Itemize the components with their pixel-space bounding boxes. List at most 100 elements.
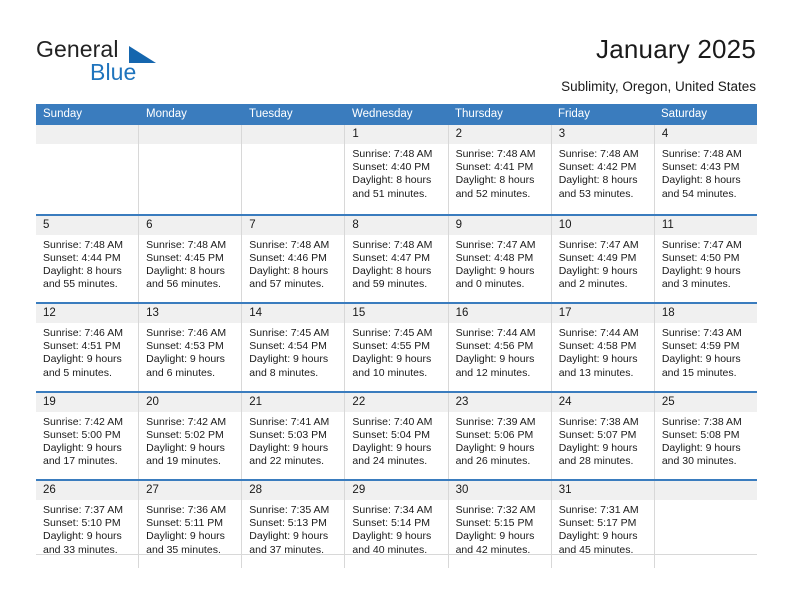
day-number: 3 [551, 125, 654, 144]
day-daylight-line1-text: Daylight: 9 hours [352, 530, 432, 543]
day-details: Sunrise: 7:48 AM Sunset: 4:40 PM Daylight:… [345, 144, 447, 201]
day-details: Sunrise: 7:44 AM Sunset: 4:56 PM Daylight:… [449, 323, 551, 380]
day-sunset-text: Sunset: 5:15 PM [455, 517, 534, 530]
day-number: 4 [654, 125, 757, 144]
page-subtitle: Sublimity, Oregon, United States [561, 79, 756, 94]
calendar-day-cell[interactable]: 14 Sunrise: 7:45 AM Sunset: 4:54 PM Dayligh… [241, 304, 345, 391]
calendar-day-cell[interactable]: 22 Sunrise: 7:40 AM Sunset: 5:04 PM Dayligh… [344, 392, 448, 479]
calendar-day-cell[interactable]: 16 Sunrise: 7:44 AM Sunset: 4:56 PM Dayligh… [447, 304, 551, 391]
day-sunrise-text: Sunrise: 7:48 AM [352, 148, 433, 160]
day-sunrise-text: Sunrise: 7:45 AM [249, 327, 330, 339]
calendar-day-cell[interactable]: 15 Sunrise: 7:45 AM Sunset: 4:55 PM Dayligh… [344, 304, 448, 391]
day-details [655, 500, 757, 504]
day-details: Sunrise: 7:48 AM Sunset: 4:46 PM Daylight:… [242, 235, 344, 292]
calendar-day-cell[interactable]: 20 Sunrise: 7:42 AM Sunset: 5:02 PM Dayligh… [138, 392, 242, 479]
day-daylight-line2-text: and 22 minutes. [249, 455, 324, 468]
calendar-day-cell[interactable]: 2 Sunrise: 7:48 AM Sunset: 4:41 PM Daylight… [447, 125, 551, 214]
day-daylight-line1-text: Daylight: 9 hours [43, 530, 122, 543]
day-daylight-line2-text: and 19 minutes. [146, 455, 221, 468]
calendar-bottom-rule [36, 554, 757, 555]
day-sunrise-text: Sunrise: 7:48 AM [558, 148, 639, 160]
calendar-day-cell[interactable]: 24 Sunrise: 7:38 AM Sunset: 5:07 PM Dayligh… [550, 392, 654, 479]
day-daylight-line1-text: Daylight: 9 hours [146, 353, 225, 366]
calendar-day-cell[interactable]: 4 Sunrise: 7:48 AM Sunset: 4:43 PM Daylight… [653, 125, 757, 214]
day-daylight-line2-text: and 26 minutes. [455, 455, 531, 468]
page-title: January 2025 [596, 34, 756, 64]
calendar-day-cell[interactable]: 1 Sunrise: 7:48 AM Sunset: 4:40 PM Daylight… [344, 125, 448, 214]
day-details: Sunrise: 7:43 AM Sunset: 4:59 PM Daylight:… [655, 323, 757, 380]
calendar-day-cell[interactable]: 21 Sunrise: 7:41 AM Sunset: 5:03 PM Dayligh… [241, 392, 345, 479]
day-sunrise-text: Sunrise: 7:37 AM [43, 504, 123, 516]
calendar-day-cell-empty [36, 125, 139, 214]
day-number: 22 [345, 392, 448, 412]
day-number: 27 [139, 481, 242, 500]
day-sunset-text: Sunset: 5:07 PM [558, 428, 637, 441]
calendar-day-cell[interactable]: 23 Sunrise: 7:39 AM Sunset: 5:06 PM Dayligh… [447, 392, 551, 479]
calendar-day-cell[interactable]: 11 Sunrise: 7:47 AM Sunset: 4:50 PM Dayligh… [653, 215, 757, 302]
calendar-day-cell[interactable]: 3 Sunrise: 7:48 AM Sunset: 4:42 PM Daylight… [550, 125, 654, 214]
calendar-day-cell[interactable]: 7 Sunrise: 7:48 AM Sunset: 4:46 PM Daylight… [241, 215, 345, 302]
calendar-day-cell[interactable]: 25 Sunrise: 7:38 AM Sunset: 5:08 PM Dayligh… [653, 392, 757, 479]
day-daylight-line2-text: and 51 minutes. [352, 187, 428, 200]
day-details: Sunrise: 7:35 AM Sunset: 5:13 PM Daylight:… [242, 500, 344, 557]
calendar-day-cell[interactable]: 17 Sunrise: 7:44 AM Sunset: 4:58 PM Dayligh… [550, 304, 654, 391]
day-details: Sunrise: 7:44 AM Sunset: 4:58 PM Daylight:… [552, 323, 654, 380]
day-sunrise-text: Sunrise: 7:42 AM [43, 415, 123, 428]
calendar-day-cell[interactable]: 18 Sunrise: 7:43 AM Sunset: 4:59 PM Dayligh… [653, 304, 757, 391]
day-number: 25 [654, 392, 757, 412]
day-details: Sunrise: 7:48 AM Sunset: 4:42 PM Daylight:… [552, 144, 654, 201]
general-blue-logo[interactable]: General Blue [36, 36, 266, 90]
day-daylight-line2-text: and 56 minutes. [146, 278, 221, 291]
calendar-day-cell[interactable]: 10 Sunrise: 7:47 AM Sunset: 4:49 PM Dayligh… [550, 215, 654, 302]
day-number: 13 [139, 304, 242, 323]
calendar-day-cell[interactable]: 9 Sunrise: 7:47 AM Sunset: 4:48 PM Daylight… [447, 215, 551, 302]
day-details: Sunrise: 7:39 AM Sunset: 5:06 PM Daylight:… [449, 412, 551, 469]
calendar-day-cell[interactable]: 5 Sunrise: 7:48 AM Sunset: 4:44 PM Daylight… [36, 215, 139, 302]
day-daylight-line2-text: and 59 minutes. [352, 278, 428, 291]
day-sunrise-text: Sunrise: 7:43 AM [661, 327, 742, 339]
day-daylight-line1-text: Daylight: 9 hours [455, 441, 535, 454]
calendar-day-cell[interactable]: 19 Sunrise: 7:42 AM Sunset: 5:00 PM Dayligh… [36, 392, 139, 479]
day-daylight-line2-text: and 24 minutes. [352, 455, 428, 468]
day-number [654, 481, 757, 500]
day-details: Sunrise: 7:37 AM Sunset: 5:10 PM Daylight:… [36, 500, 138, 557]
day-details: Sunrise: 7:42 AM Sunset: 5:00 PM Daylight:… [36, 412, 138, 469]
day-sunset-text: Sunset: 5:03 PM [249, 428, 327, 441]
day-sunset-text: Sunset: 5:17 PM [558, 517, 637, 530]
day-number: 29 [345, 481, 448, 500]
day-number: 24 [551, 392, 654, 412]
day-details: Sunrise: 7:48 AM Sunset: 4:43 PM Daylight:… [655, 144, 757, 201]
calendar-week-row: 12 Sunrise: 7:46 AM Sunset: 4:51 PM Dayligh… [36, 302, 757, 391]
day-sunrise-text: Sunrise: 7:44 AM [455, 327, 536, 339]
calendar-day-cell[interactable]: 13 Sunrise: 7:46 AM Sunset: 4:53 PM Dayligh… [138, 304, 242, 391]
day-details: Sunrise: 7:36 AM Sunset: 5:11 PM Daylight:… [139, 500, 241, 557]
day-sunrise-text: Sunrise: 7:47 AM [558, 238, 639, 251]
day-number: 11 [654, 215, 757, 235]
day-daylight-line1-text: Daylight: 9 hours [352, 353, 432, 366]
day-sunset-text: Sunset: 4:58 PM [558, 340, 637, 353]
calendar-day-cell[interactable]: 12 Sunrise: 7:46 AM Sunset: 4:51 PM Dayligh… [36, 304, 139, 391]
day-sunset-text: Sunset: 5:10 PM [43, 517, 121, 530]
day-daylight-line2-text: and 10 minutes. [352, 366, 428, 379]
day-sunset-text: Sunset: 5:06 PM [455, 428, 534, 441]
day-number: 2 [448, 125, 551, 144]
day-daylight-line1-text: Daylight: 9 hours [249, 353, 329, 366]
day-daylight-line2-text: and 12 minutes. [455, 366, 531, 379]
day-sunset-text: Sunset: 5:11 PM [146, 517, 223, 530]
day-daylight-line2-text: and 30 minutes. [661, 455, 737, 468]
day-daylight-line1-text: Daylight: 9 hours [43, 441, 122, 454]
day-details: Sunrise: 7:48 AM Sunset: 4:41 PM Daylight:… [449, 144, 551, 201]
day-details [36, 144, 138, 148]
day-details: Sunrise: 7:45 AM Sunset: 4:54 PM Daylight:… [242, 323, 344, 380]
day-sunrise-text: Sunrise: 7:48 AM [455, 148, 536, 160]
day-number: 7 [242, 215, 345, 235]
day-daylight-line2-text: and 53 minutes. [558, 187, 634, 200]
calendar-day-cell[interactable]: 8 Sunrise: 7:48 AM Sunset: 4:47 PM Daylight… [344, 215, 448, 302]
day-sunrise-text: Sunrise: 7:42 AM [146, 415, 227, 428]
day-number: 5 [36, 215, 139, 235]
day-sunrise-text: Sunrise: 7:47 AM [661, 238, 742, 251]
day-sunset-text: Sunset: 5:00 PM [43, 428, 121, 441]
day-daylight-line1-text: Daylight: 9 hours [558, 530, 638, 543]
day-details: Sunrise: 7:40 AM Sunset: 5:04 PM Daylight:… [345, 412, 447, 469]
calendar-day-cell[interactable]: 6 Sunrise: 7:48 AM Sunset: 4:45 PM Daylight… [138, 215, 242, 302]
